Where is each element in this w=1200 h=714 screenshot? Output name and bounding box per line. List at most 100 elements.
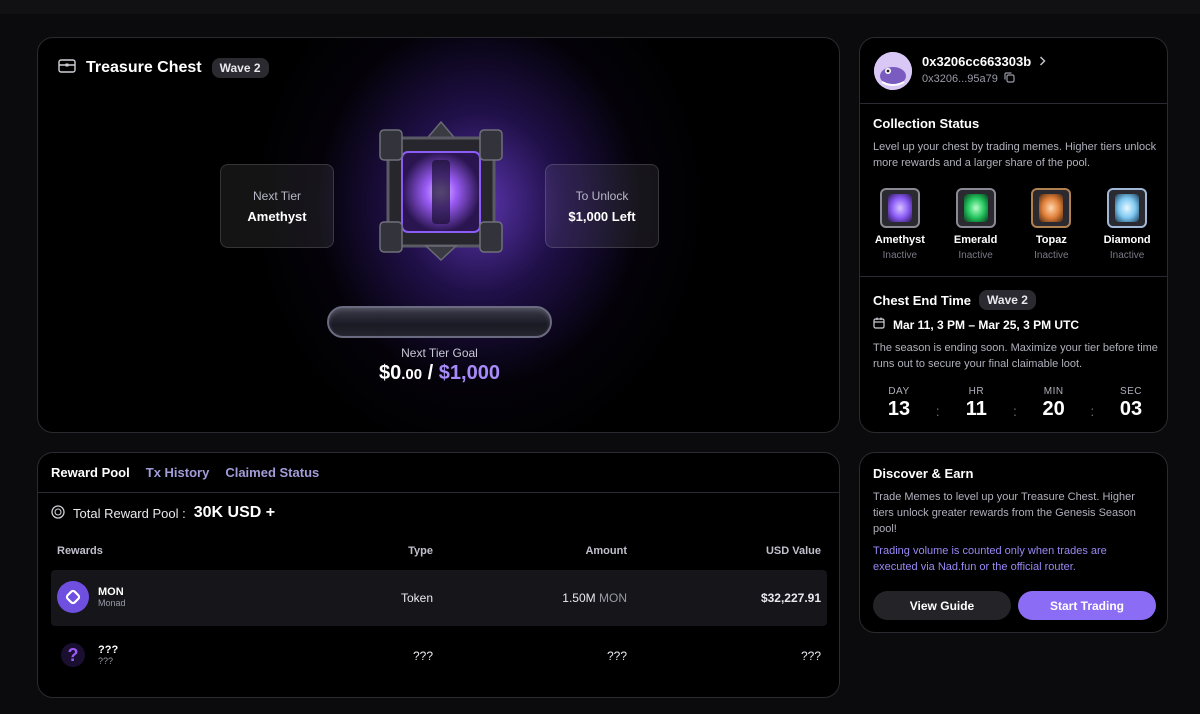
- countdown-value: 11: [965, 398, 987, 420]
- unlock-label: To Unlock: [575, 188, 629, 203]
- divider: [38, 492, 839, 493]
- token-cell: MON Monad: [57, 581, 126, 613]
- avatar[interactable]: [874, 52, 912, 90]
- goal-target: $1,000: [438, 362, 500, 384]
- end-time-description: The season is ending soon. Maximize your…: [873, 342, 1158, 370]
- tier-status: Inactive: [958, 250, 993, 261]
- goal-value: $0.00 / $1,000: [327, 362, 552, 385]
- diamond-chest-icon: [1107, 188, 1148, 228]
- discover-title: Discover & Earn: [873, 466, 974, 481]
- wallet-address-link[interactable]: 0x3206cc663303b: [922, 54, 1046, 69]
- tier-list: Amethyst Inactive Emerald Inactive Topaz…: [860, 188, 1167, 261]
- reward-pool-card: Reward Pool Tx History Claimed Status To…: [37, 452, 840, 698]
- tier-name: Diamond: [1103, 234, 1151, 246]
- usd-value: ???: [800, 649, 821, 663]
- svg-text:?: ?: [68, 645, 79, 665]
- collection-title: Collection Status: [873, 116, 980, 131]
- wallet-address-short-row: 0x3206...95a79: [922, 72, 1015, 86]
- countdown: DAY 13 : HR 11 : MIN 20 : SEC 03: [874, 386, 1156, 421]
- tier-name: Amethyst: [874, 234, 925, 246]
- token-type: Token: [400, 591, 433, 605]
- goal-current-cents: .00: [401, 366, 423, 383]
- view-guide-button[interactable]: View Guide: [873, 591, 1011, 620]
- discover-note: Trading volume is counted only when trad…: [873, 545, 1107, 573]
- treasure-chest-card: Treasure Chest Wave 2 Next Tier Amethyst: [37, 37, 840, 433]
- end-time-title: Chest End Time: [873, 292, 972, 308]
- token-type: ???: [412, 649, 433, 663]
- tier-diamond: Diamond Inactive: [1091, 188, 1163, 261]
- goal-label: Next Tier Goal: [401, 346, 478, 360]
- chevron-right-icon[interactable]: [1039, 54, 1046, 69]
- countdown-unit: MIN: [1043, 386, 1064, 397]
- next-tier-box: Next Tier Amethyst: [220, 164, 334, 248]
- profile-card: 0x3206cc663303b 0x3206...95a79 Collectio…: [859, 37, 1168, 433]
- amethyst-chest-icon: [879, 188, 920, 228]
- countdown-separator: :: [935, 402, 940, 419]
- wave-badge: Wave 2: [979, 290, 1036, 310]
- chest-icon: [58, 58, 76, 78]
- countdown-value: 03: [1119, 398, 1143, 420]
- tier-status: Inactive: [882, 250, 918, 261]
- token-cell: ? ??? ???: [57, 639, 118, 671]
- date-range: Mar 11, 3 PM – Mar 25, 3 PM UTC: [893, 317, 1080, 332]
- wave-badge: Wave 2: [211, 58, 269, 78]
- tab-claimed-status[interactable]: Claimed Status: [225, 465, 319, 480]
- tier-name: Topaz: [1035, 234, 1067, 246]
- tier-status: Inactive: [1109, 250, 1145, 261]
- chest-header: Treasure Chest Wave 2: [58, 58, 269, 78]
- total-label: Total Reward Pool :: [73, 505, 186, 521]
- countdown-unit: DAY: [888, 386, 910, 397]
- wallet-address[interactable]: 0x3206cc663303b: [922, 54, 1031, 69]
- next-tier-value: Amethyst: [247, 208, 307, 224]
- chest-title: Treasure Chest: [86, 59, 202, 76]
- countdown-unit: HR: [968, 386, 985, 397]
- table-row[interactable]: MON Monad Token 1.50M MON $32,227.91: [51, 570, 827, 626]
- tier-emerald: Emerald Inactive: [940, 188, 1012, 261]
- total-value: 30K USD +: [193, 504, 276, 521]
- mystery-icon: ?: [57, 639, 89, 671]
- top-bar: [0, 0, 1200, 14]
- copy-icon[interactable]: [1004, 72, 1015, 86]
- tier-status: Inactive: [1034, 250, 1069, 261]
- discover-earn-card: Discover & Earn Trade Memes to level up …: [859, 452, 1168, 633]
- topaz-chest-icon: [1031, 188, 1072, 228]
- monad-icon: [57, 581, 89, 613]
- tier-amethyst: Amethyst Inactive: [864, 188, 936, 261]
- tab-reward-pool[interactable]: Reward Pool: [51, 465, 130, 480]
- unlock-value: $1,000 Left: [568, 208, 636, 224]
- emerald-chest-icon: [955, 188, 996, 228]
- goal-separator: /: [422, 362, 439, 384]
- unlock-box: To Unlock $1,000 Left: [545, 164, 659, 248]
- countdown-separator: :: [1090, 402, 1095, 419]
- tab-tx-history[interactable]: Tx History: [146, 465, 210, 480]
- countdown-minutes: MIN 20: [1029, 386, 1079, 421]
- wallet-address-short: 0x3206...95a79: [922, 73, 998, 85]
- column-header: Rewards: [57, 545, 103, 557]
- divider: [860, 103, 1167, 104]
- amount-unit: MON: [599, 591, 627, 605]
- coin-icon: [51, 504, 65, 522]
- countdown-unit: SEC: [1119, 386, 1143, 397]
- reward-tabs: Reward Pool Tx History Claimed Status: [51, 465, 319, 480]
- token-name: MON: [98, 586, 124, 598]
- column-header: USD Value: [765, 545, 821, 557]
- date-range-row: Mar 11, 3 PM – Mar 25, 3 PM UTC: [873, 317, 1079, 332]
- countdown-days: DAY 13: [874, 386, 924, 421]
- total-reward-pool: Total Reward Pool : 30K USD +: [51, 504, 275, 522]
- divider: [860, 276, 1167, 277]
- table-row[interactable]: ? ??? ??? ??? ??? ???: [51, 628, 827, 684]
- table-header: Rewards Type Amount USD Value: [51, 545, 827, 559]
- token-name: ???: [98, 644, 119, 656]
- end-time-header: Chest End Time Wave 2: [873, 290, 1036, 310]
- amount-value: 1.50M: [562, 591, 596, 605]
- start-trading-button[interactable]: Start Trading: [1018, 591, 1156, 620]
- column-header: Amount: [585, 545, 627, 557]
- goal-current: $0: [379, 362, 402, 384]
- usd-value: $32,227.91: [760, 591, 821, 605]
- chest-image: [366, 120, 516, 262]
- tier-progress-bar: [327, 306, 552, 338]
- token-subname: ???: [98, 656, 114, 666]
- discover-description: Trade Memes to level up your Treasure Ch…: [873, 491, 1136, 535]
- tier-name: Emerald: [953, 234, 998, 246]
- column-header: Type: [408, 545, 433, 557]
